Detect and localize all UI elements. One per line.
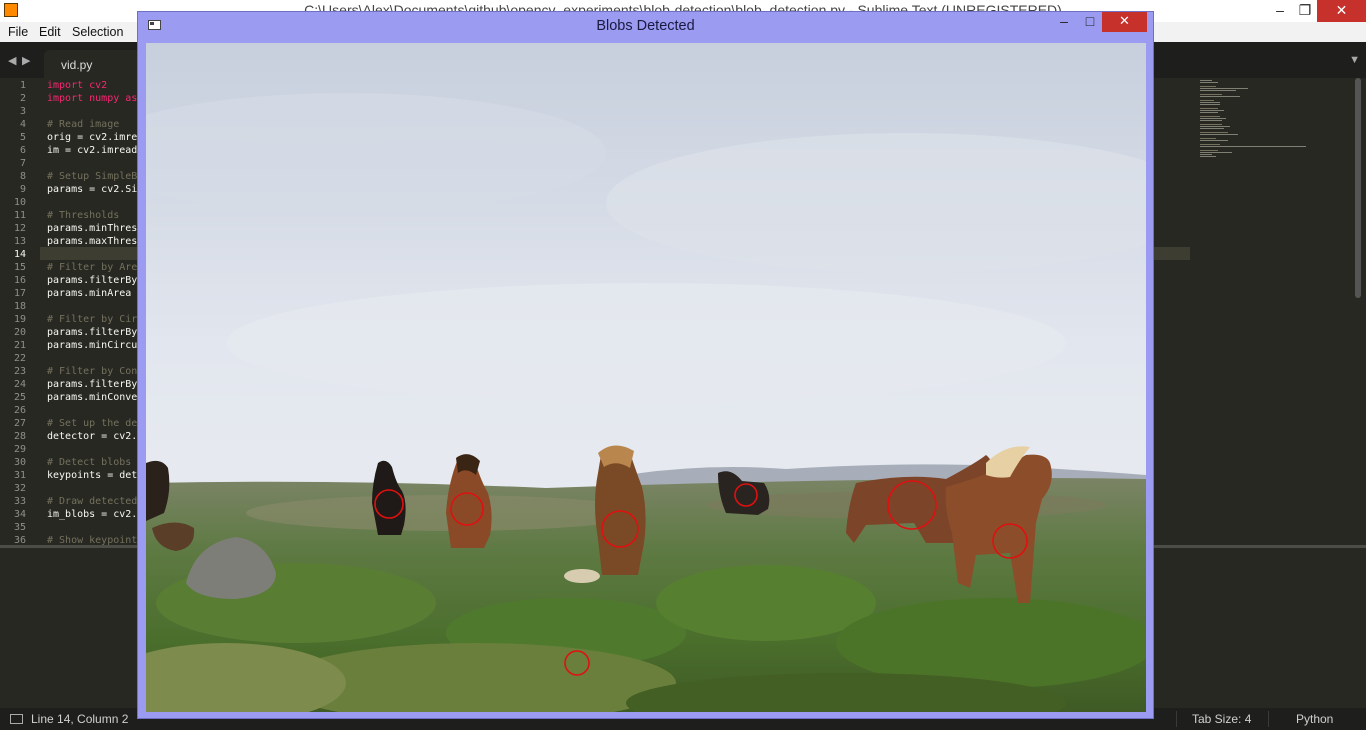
code-line[interactable]: params.minArea: [47, 288, 131, 299]
line-number: 8: [19, 171, 26, 182]
blobs-detected-window[interactable]: Blobs Detected – □ ✕: [137, 11, 1154, 719]
code-line[interactable]: import numpy as: [47, 93, 137, 104]
horses-photo: [146, 43, 1146, 712]
line-number: 2: [19, 93, 26, 104]
editor-scrollbar[interactable]: [1354, 78, 1362, 546]
line-number: 23: [13, 366, 26, 377]
line-number: 18: [13, 301, 26, 312]
line-number: 4: [19, 119, 26, 130]
line-number: 25: [13, 392, 26, 403]
restore-icon[interactable]: ❐: [1290, 0, 1320, 22]
line-number: 12: [13, 223, 26, 234]
tab-size-selector[interactable]: Tab Size: 4: [1192, 712, 1251, 726]
cv-maximize-icon[interactable]: □: [1077, 12, 1103, 32]
code-line[interactable]: # Filter by Cir: [47, 314, 137, 325]
tab-label: vid.py: [61, 58, 93, 72]
code-line[interactable]: params.maxThres: [47, 236, 137, 247]
code-line[interactable]: # Set up the de: [47, 418, 137, 429]
code-line[interactable]: params.filterBy: [47, 327, 137, 338]
line-number: 32: [13, 483, 26, 494]
code-line[interactable]: # Detect blobs: [47, 457, 131, 468]
syntax-selector[interactable]: Python: [1296, 712, 1333, 726]
code-line[interactable]: # Thresholds: [47, 210, 119, 221]
code-line[interactable]: # Setup SimpleB: [47, 171, 137, 182]
panel-toggle-icon[interactable]: [10, 714, 23, 724]
code-line[interactable]: import cv2: [47, 80, 107, 91]
line-number: 27: [13, 418, 26, 429]
tab-forward-icon[interactable]: ▶: [22, 54, 30, 67]
line-number: 30: [13, 457, 26, 468]
line-number: 22: [13, 353, 26, 364]
code-line[interactable]: params.minThres: [47, 223, 137, 234]
line-number: 16: [13, 275, 26, 286]
cv-close-icon[interactable]: ✕: [1102, 12, 1147, 32]
line-number: 35: [13, 522, 26, 533]
code-line[interactable]: params.filterBy: [47, 379, 137, 390]
line-number: 1: [19, 80, 26, 91]
cv-minimize-icon[interactable]: –: [1051, 12, 1077, 32]
line-number: 14: [13, 249, 26, 260]
menu-edit[interactable]: Edit: [39, 25, 61, 39]
code-line[interactable]: # Filter by Are: [47, 262, 137, 273]
line-number: 31: [13, 470, 26, 481]
code-line[interactable]: keypoints = det: [47, 470, 137, 481]
line-number: 13: [13, 236, 26, 247]
code-line[interactable]: im_blobs = cv2.: [47, 509, 137, 520]
line-number: 10: [13, 197, 26, 208]
line-number: 3: [19, 106, 26, 117]
line-number: 17: [13, 288, 26, 299]
line-number: 29: [13, 444, 26, 455]
line-number: 6: [19, 145, 26, 156]
cursor-position: Line 14, Column 2: [31, 712, 129, 726]
close-icon[interactable]: ✕: [1317, 0, 1366, 22]
line-number: 5: [19, 132, 26, 143]
line-number: 28: [13, 431, 26, 442]
code-line[interactable]: params = cv2.Si: [47, 184, 137, 195]
line-number: 34: [13, 509, 26, 520]
minimap[interactable]: [1196, 80, 1346, 160]
scrollbar-thumb[interactable]: [1355, 78, 1361, 298]
code-line[interactable]: params.minCircu: [47, 340, 137, 351]
code-line[interactable]: orig = cv2.imre: [47, 132, 137, 143]
tab-dropdown-icon[interactable]: ▼: [1349, 54, 1360, 66]
line-number: 9: [19, 184, 26, 195]
code-line[interactable]: detector = cv2.: [47, 431, 137, 442]
line-number: 20: [13, 327, 26, 338]
line-number: 19: [13, 314, 26, 325]
line-number-gutter: 1 2 3 4 5 6 7 8 9 10 11 12 13 14 15 16 17 18 19 20 21 22 23 24 2…: [0, 78, 40, 546]
code-line[interactable]: # Read image: [47, 119, 119, 130]
code-line[interactable]: params.filterBy: [47, 275, 137, 286]
line-number: 15: [13, 262, 26, 273]
line-number: 33: [13, 496, 26, 507]
code-line[interactable]: # Filter by Con: [47, 366, 137, 377]
line-number: 21: [13, 340, 26, 351]
line-number: 24: [13, 379, 26, 390]
tab-back-icon[interactable]: ◀: [8, 54, 16, 67]
code-line[interactable]: params.minConve: [47, 392, 137, 403]
menu-selection[interactable]: Selection: [72, 25, 123, 39]
blob-detection-image: [146, 43, 1146, 712]
code-line[interactable]: # Draw detected: [47, 496, 137, 507]
code-line[interactable]: im = cv2.imread: [47, 145, 137, 156]
menu-file[interactable]: File: [8, 25, 28, 39]
cv-window-title: Blobs Detected: [596, 18, 695, 34]
line-number: 7: [19, 158, 26, 169]
line-number: 26: [13, 405, 26, 416]
line-number: 11: [13, 210, 26, 221]
